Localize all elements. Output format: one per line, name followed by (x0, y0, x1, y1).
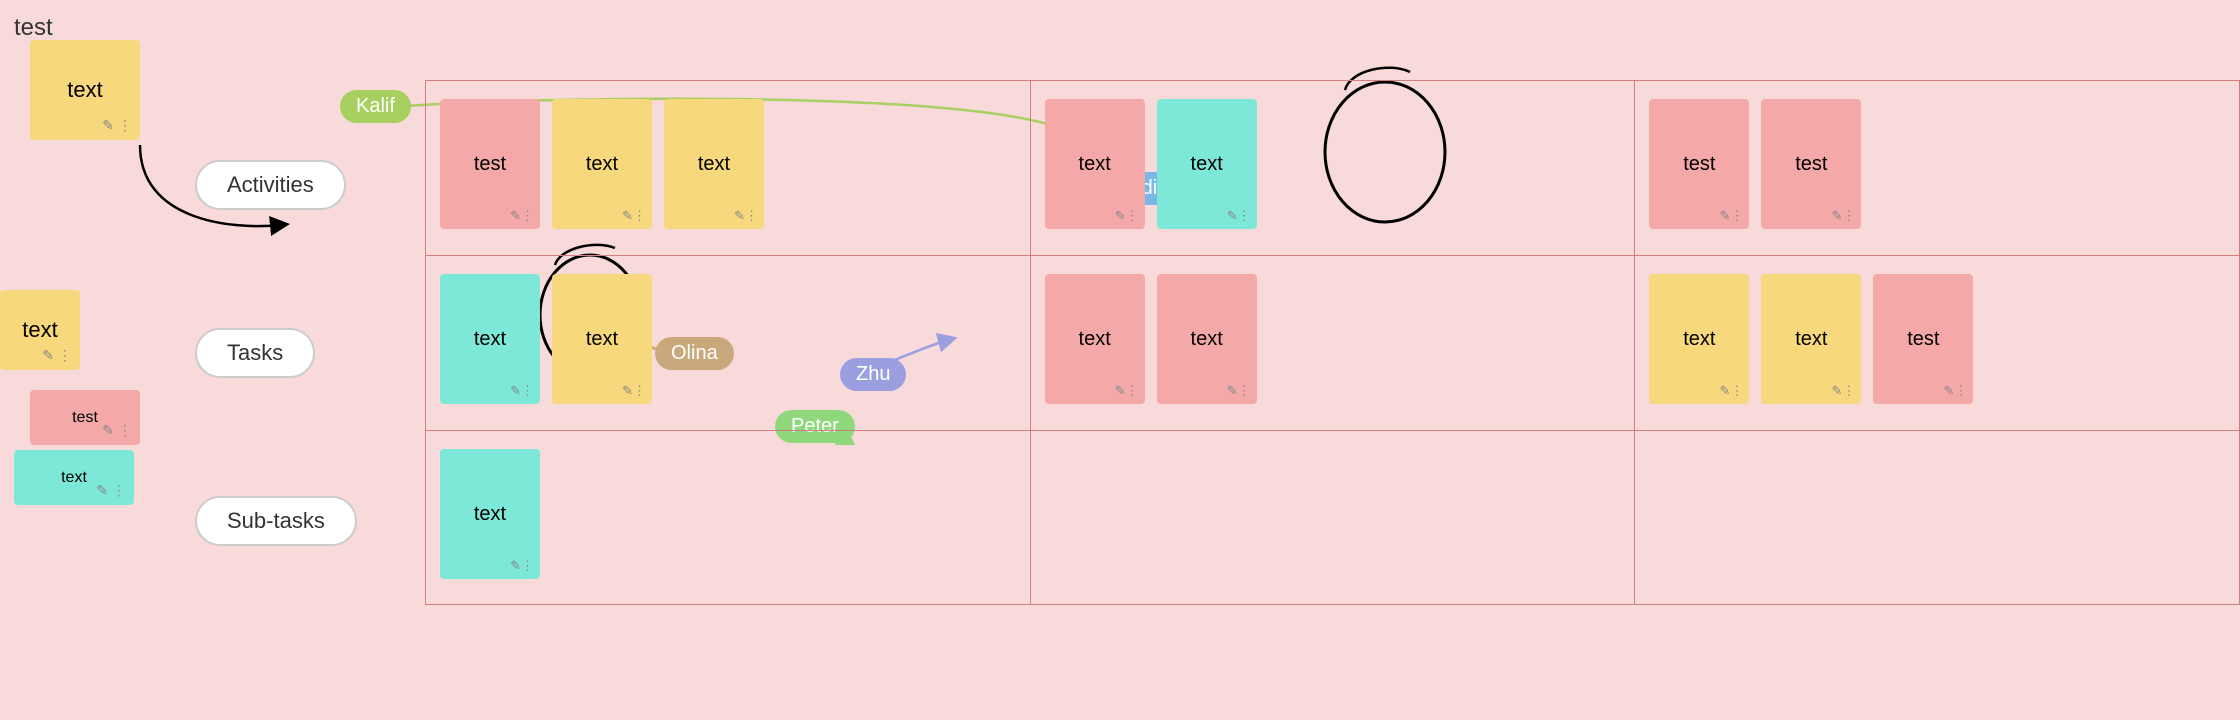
sidebar-sticky-3-text: test (72, 409, 98, 427)
edit-icon[interactable]: ✎⋮ (1719, 383, 1743, 398)
sticky-r2c1-1[interactable]: text ✎⋮ (440, 274, 540, 404)
grid-cell-1-1: test ✎⋮ text ✎⋮ text ✎⋮ (426, 81, 1031, 255)
edit-icon[interactable]: ✎⋮ (734, 208, 758, 223)
subtasks-button[interactable]: Sub-tasks (195, 496, 357, 546)
sidebar-sticky-1[interactable]: text ✎ ⋮ (30, 40, 140, 140)
sticky-r2c3-1[interactable]: text ✎⋮ (1649, 274, 1749, 404)
edit-icon[interactable]: ✎⋮ (510, 383, 534, 398)
edit-icon[interactable]: ✎⋮ (1227, 208, 1251, 223)
top-label: test (14, 14, 53, 42)
grid-cell-3-2 (1031, 431, 1636, 604)
sidebar-sticky-1-text: text (67, 77, 102, 103)
edit-icon[interactable]: ✎⋮ (1115, 208, 1139, 223)
grid-cell-1-3: test ✎⋮ test ✎⋮ (1635, 81, 2239, 255)
sidebar-sticky-2[interactable]: text ✎ ⋮ (0, 290, 80, 370)
grid-cell-1-2: text ✎⋮ text ✎⋮ (1031, 81, 1636, 255)
edit-icon[interactable]: ✎⋮ (1719, 208, 1743, 223)
grid-cell-2-2: text ✎⋮ text ✎⋮ (1031, 256, 1636, 430)
sticky-r1c1-1[interactable]: test ✎⋮ (440, 99, 540, 229)
more-icon-2[interactable]: ⋮ (58, 347, 72, 364)
sticky-r1c3-2[interactable]: test ✎⋮ (1761, 99, 1861, 229)
sticky-r3c1-1[interactable]: text ✎⋮ (440, 449, 540, 579)
sidebar-sticky-4[interactable]: text ✎ ⋮ (14, 450, 134, 505)
grid-cell-3-1: text ✎⋮ (426, 431, 1031, 604)
kalif-label: Kalif (340, 90, 411, 123)
edit-icon[interactable]: ✎⋮ (1227, 383, 1251, 398)
sidebar-sticky-3[interactable]: test ✎ ⋮ (30, 390, 140, 445)
edit-icon[interactable]: ✎⋮ (1831, 383, 1855, 398)
main-grid: test ✎⋮ text ✎⋮ text ✎⋮ text ✎⋮ text ✎⋮ (425, 80, 2240, 720)
edit-icon[interactable]: ✎⋮ (510, 558, 534, 573)
sticky-r2c2-1[interactable]: text ✎⋮ (1045, 274, 1145, 404)
edit-icon-2[interactable]: ✎ (42, 347, 54, 364)
tasks-button[interactable]: Tasks (195, 328, 315, 378)
edit-icon[interactable]: ✎⋮ (1831, 208, 1855, 223)
edit-icon-3[interactable]: ✎ (102, 422, 114, 439)
grid-cell-2-3: text ✎⋮ text ✎⋮ test ✎⋮ (1635, 256, 2239, 430)
edit-icon[interactable]: ✎⋮ (1943, 383, 1967, 398)
edit-icon[interactable]: ✎⋮ (1115, 383, 1139, 398)
edit-icon[interactable]: ✎⋮ (622, 208, 646, 223)
sidebar-sticky-2-text: text (22, 317, 57, 343)
grid-cell-3-3 (1635, 431, 2239, 604)
sticky-r1c3-1[interactable]: test ✎⋮ (1649, 99, 1749, 229)
more-icon-4[interactable]: ⋮ (112, 482, 126, 499)
grid-row-2: text ✎⋮ text ✎⋮ text ✎⋮ text ✎⋮ text ✎⋮ (425, 255, 2240, 430)
sticky-r1c2-1[interactable]: text ✎⋮ (1045, 99, 1145, 229)
grid-row-1: test ✎⋮ text ✎⋮ text ✎⋮ text ✎⋮ text ✎⋮ (425, 80, 2240, 255)
more-icon[interactable]: ⋮ (118, 117, 132, 134)
sticky-r2c2-2[interactable]: text ✎⋮ (1157, 274, 1257, 404)
sticky-r1c1-3[interactable]: text ✎⋮ (664, 99, 764, 229)
sidebar-sticky-4-text: text (61, 469, 87, 487)
edit-icon[interactable]: ✎⋮ (510, 208, 534, 223)
sticky-r1c1-2[interactable]: text ✎⋮ (552, 99, 652, 229)
sticky-r2c3-3[interactable]: test ✎⋮ (1873, 274, 1973, 404)
more-icon-3[interactable]: ⋮ (118, 422, 132, 439)
edit-icon[interactable]: ✎⋮ (622, 383, 646, 398)
activities-button[interactable]: Activities (195, 160, 346, 210)
edit-icon-4[interactable]: ✎ (96, 482, 108, 499)
grid-cell-2-1: text ✎⋮ text ✎⋮ (426, 256, 1031, 430)
edit-icon[interactable]: ✎ (102, 117, 114, 134)
grid-row-3: text ✎⋮ (425, 430, 2240, 605)
sticky-r2c3-2[interactable]: text ✎⋮ (1761, 274, 1861, 404)
sticky-r2c1-2[interactable]: text ✎⋮ (552, 274, 652, 404)
sticky-r1c2-2[interactable]: text ✎⋮ (1157, 99, 1257, 229)
